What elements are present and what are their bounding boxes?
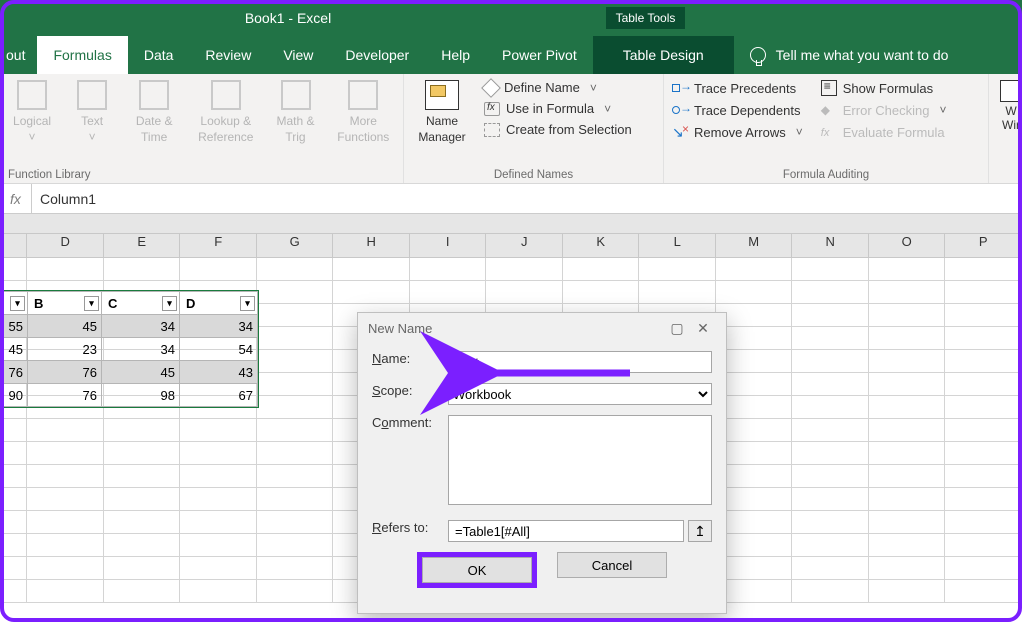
group-defined-names: Defined Names bbox=[412, 169, 655, 181]
fx-label[interactable]: fx bbox=[0, 184, 32, 213]
column-header[interactable]: I bbox=[410, 234, 487, 257]
contextual-tab-label: Table Tools bbox=[606, 7, 686, 29]
title-bar: Book1 - Excel Table Tools bbox=[0, 0, 1022, 36]
tab-out[interactable]: out bbox=[0, 36, 37, 74]
filter-dropdown-icon[interactable]: ▾ bbox=[10, 296, 25, 311]
comment-label: Comment: bbox=[372, 415, 448, 430]
refers-to-label: Refers to: bbox=[372, 520, 448, 535]
column-headers bbox=[0, 214, 1022, 234]
tab-table-design[interactable]: Table Design bbox=[593, 36, 734, 74]
ribbon: Logical˅ Text˅ Date & Time Lookup & Refe… bbox=[0, 74, 1022, 184]
cancel-button[interactable]: Cancel bbox=[557, 552, 667, 578]
name-label: Name: bbox=[372, 351, 448, 366]
column-header[interactable]: P bbox=[945, 234, 1022, 257]
more-functions-button[interactable]: More Functions bbox=[332, 80, 395, 145]
create-from-selection-button[interactable]: Create from Selection bbox=[484, 122, 632, 137]
remove-arrows-button[interactable]: Remove Arrows bbox=[672, 124, 803, 140]
column-header[interactable]: H bbox=[333, 234, 410, 257]
comment-textarea[interactable] bbox=[448, 415, 712, 505]
group-formula-auditing: Formula Auditing bbox=[672, 169, 980, 181]
column-header[interactable]: G bbox=[257, 234, 334, 257]
filter-dropdown-icon[interactable]: ▾ bbox=[162, 296, 177, 311]
define-name-button[interactable]: Define Name bbox=[484, 80, 632, 95]
ok-highlight: OK bbox=[417, 552, 537, 588]
bulb-icon bbox=[750, 47, 766, 63]
column-header[interactable]: F bbox=[180, 234, 257, 257]
column-header[interactable]: O bbox=[869, 234, 946, 257]
tab-review[interactable]: Review bbox=[189, 36, 267, 74]
dialog-title: New Name bbox=[368, 321, 664, 336]
tab-formulas[interactable]: Formulas bbox=[37, 36, 127, 74]
tab-powerpivot[interactable]: Power Pivot bbox=[486, 36, 593, 74]
app-title: Book1 - Excel bbox=[0, 10, 576, 26]
lookup-ref-button[interactable]: Lookup & Reference bbox=[192, 80, 259, 145]
scope-label: Scope: bbox=[372, 383, 448, 398]
tell-me-text: Tell me what you want to do bbox=[776, 47, 949, 63]
use-in-formula-button[interactable]: Use in Formula bbox=[484, 101, 632, 116]
trace-dependents-button[interactable]: Trace Dependents bbox=[672, 102, 803, 118]
scope-select[interactable]: Workbook bbox=[448, 383, 712, 405]
text-button[interactable]: Text˅ bbox=[68, 80, 116, 145]
tab-help[interactable]: Help bbox=[425, 36, 486, 74]
range-picker-icon[interactable]: ↥ bbox=[688, 520, 712, 542]
logical-button[interactable]: Logical˅ bbox=[8, 80, 56, 145]
column-headers-row[interactable]: DEFGHIJKLMNOP bbox=[0, 234, 1022, 258]
show-formulas-button[interactable]: Show Formulas bbox=[821, 80, 947, 96]
column-header[interactable]: N bbox=[792, 234, 869, 257]
watch-window-button[interactable]: WWir bbox=[997, 80, 1019, 132]
excel-table[interactable]: ▾ B▾ C▾ D▾ 55453434 45233454 76764543 90… bbox=[0, 290, 259, 408]
evaluate-formula-button[interactable]: Evaluate Formula bbox=[821, 124, 947, 140]
column-header[interactable]: K bbox=[563, 234, 640, 257]
new-name-dialog: New Name ▢ ✕ Name: Scope: Workbook Comme… bbox=[357, 312, 727, 614]
error-checking-button[interactable]: Error Checking bbox=[821, 102, 947, 118]
ribbon-tabs: out Formulas Data Review View Developer … bbox=[0, 36, 1022, 74]
column-header[interactable]: J bbox=[486, 234, 563, 257]
tab-developer[interactable]: Developer bbox=[329, 36, 425, 74]
filter-dropdown-icon[interactable]: ▾ bbox=[84, 296, 99, 311]
math-trig-button[interactable]: Math & Trig bbox=[271, 80, 319, 145]
column-header[interactable]: E bbox=[104, 234, 181, 257]
name-manager-button[interactable]: Name Manager bbox=[412, 80, 472, 145]
tab-view[interactable]: View bbox=[267, 36, 329, 74]
group-function-library: Function Library bbox=[8, 169, 395, 181]
date-time-button[interactable]: Date & Time bbox=[128, 80, 180, 145]
trace-precedents-button[interactable]: Trace Precedents bbox=[672, 80, 803, 96]
close-icon[interactable]: ✕ bbox=[690, 320, 716, 337]
filter-dropdown-icon[interactable]: ▾ bbox=[240, 296, 255, 311]
maximize-icon[interactable]: ▢ bbox=[664, 320, 690, 337]
formula-bar: fx Column1 bbox=[0, 184, 1022, 214]
tab-data[interactable]: Data bbox=[128, 36, 190, 74]
tell-me[interactable]: Tell me what you want to do bbox=[750, 47, 949, 63]
refers-to-input[interactable] bbox=[448, 520, 684, 542]
formula-bar-value[interactable]: Column1 bbox=[32, 191, 1022, 207]
column-header[interactable]: M bbox=[716, 234, 793, 257]
name-input[interactable] bbox=[448, 351, 712, 373]
column-header[interactable]: L bbox=[639, 234, 716, 257]
column-header[interactable]: D bbox=[27, 234, 104, 257]
ok-button[interactable]: OK bbox=[422, 557, 532, 583]
